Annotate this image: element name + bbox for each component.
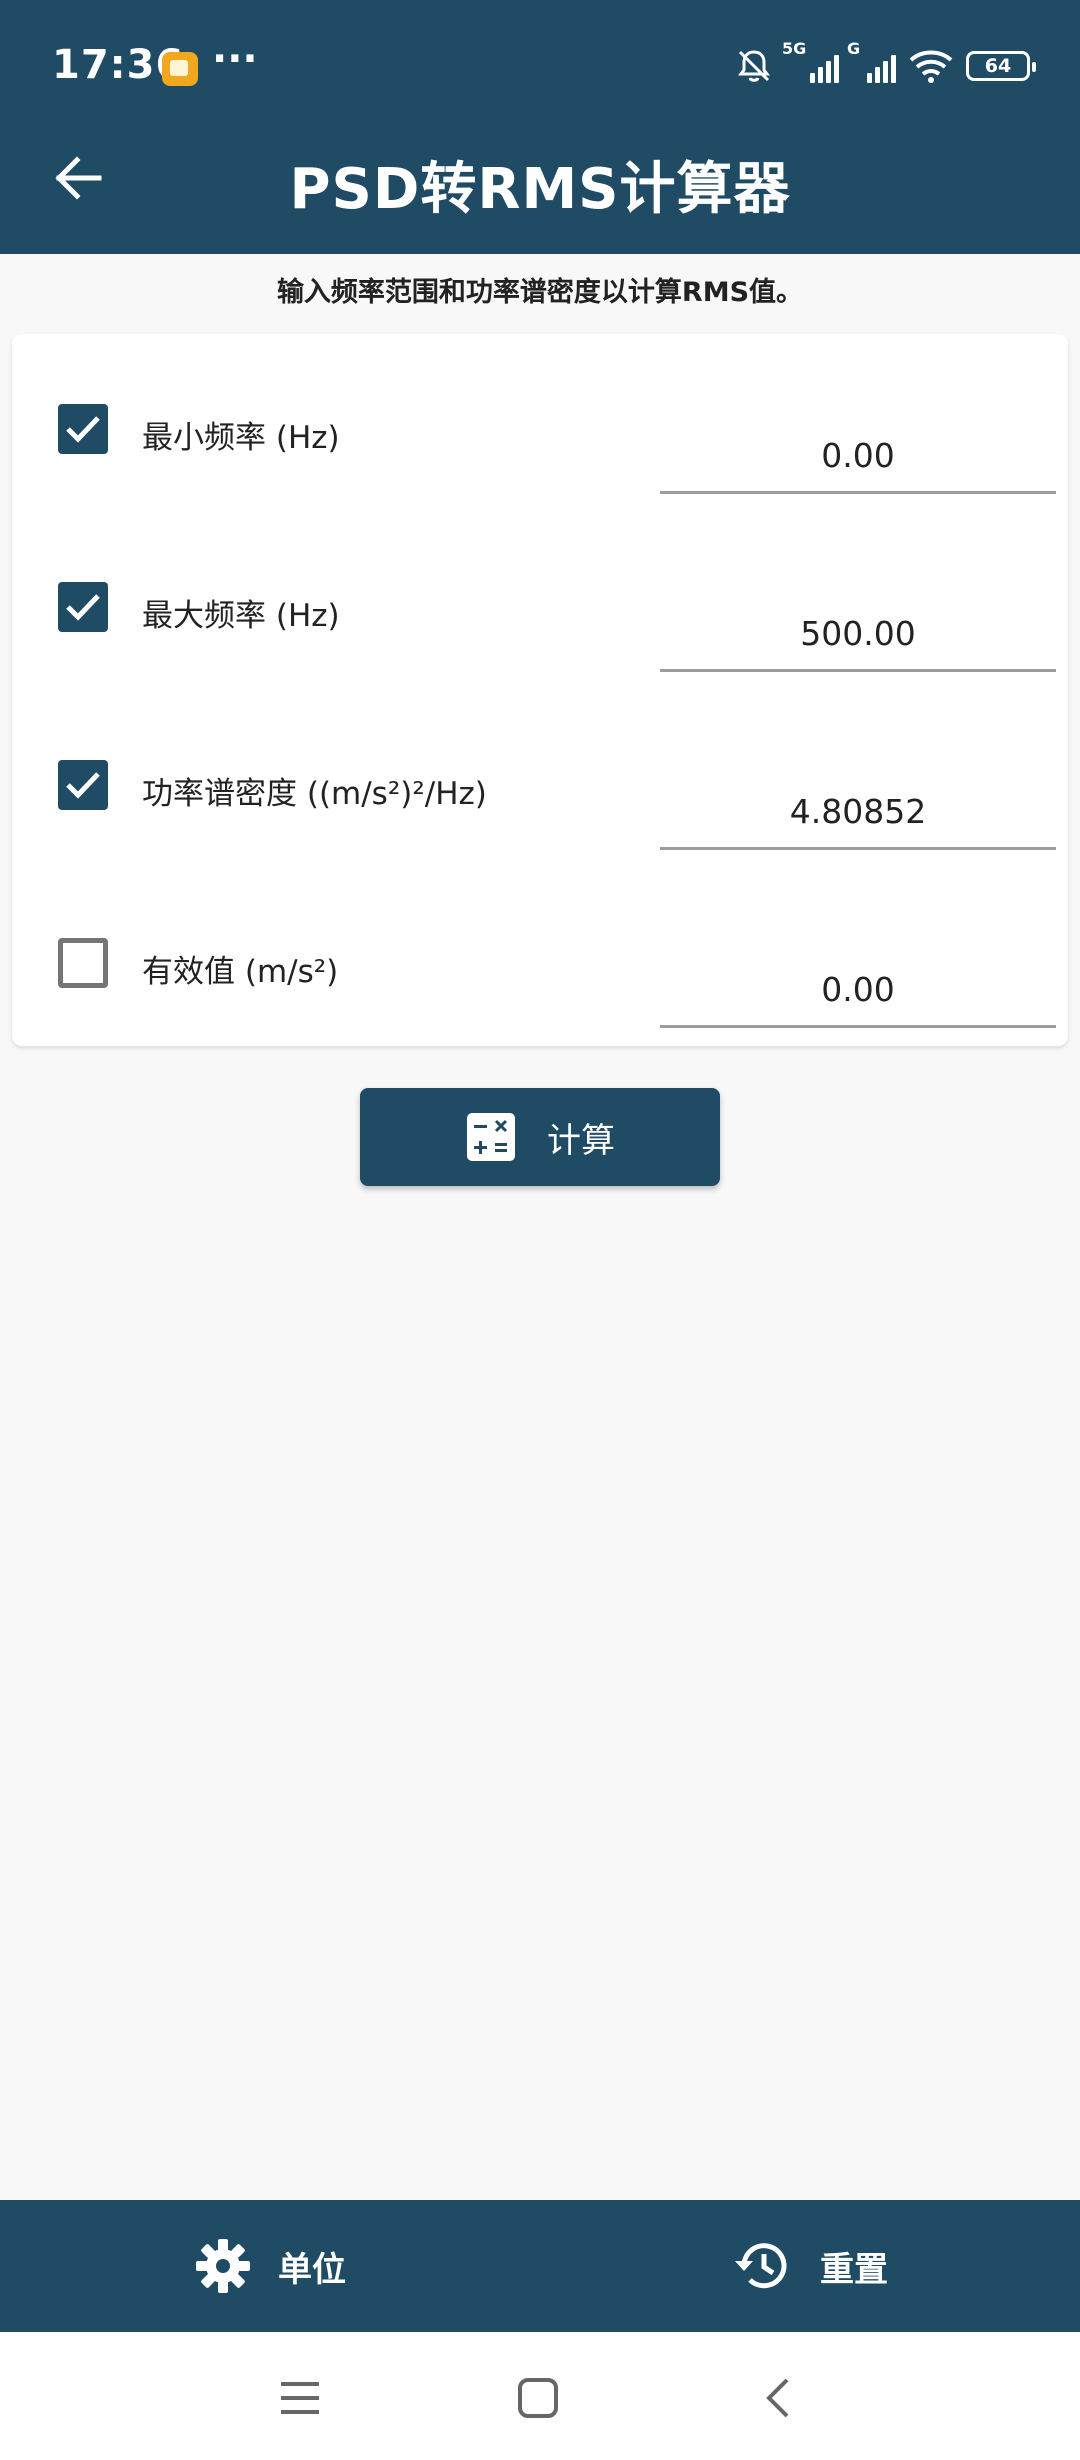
history-icon: [735, 2243, 787, 2289]
bottom-action-bar: 单位 重置: [0, 2200, 1080, 2332]
notification-app-icon: [162, 52, 198, 86]
psd-input[interactable]: [660, 776, 1056, 847]
input-card: 最小频率 (Hz) 最大频率 (Hz) 功率谱密度 ((m/s²)²/Hz) 有…: [12, 334, 1068, 1046]
app-bar: PSD转RMS计算器: [0, 120, 1080, 254]
home-icon[interactable]: [508, 2368, 568, 2428]
min-frequency-label: 最小频率 (Hz): [142, 420, 340, 456]
mute-bell-icon: [738, 50, 770, 82]
check-icon: [66, 772, 100, 799]
psd-field-container: [660, 776, 1056, 850]
rms-checkbox[interactable]: [58, 938, 108, 988]
max-frequency-input[interactable]: [660, 598, 1056, 669]
field-row-rms: 有效值 (m/s²): [12, 868, 1068, 1046]
field-row-psd: 功率谱密度 ((m/s²)²/Hz): [12, 690, 1068, 868]
status-icons: 5G G 64: [734, 39, 1036, 88]
status-bar: 17:36 ··· 5G G 64: [0, 0, 1080, 120]
signal-g-icon: G: [847, 39, 896, 83]
field-row-min-frequency: 最小频率 (Hz): [12, 334, 1068, 512]
check-icon: [66, 594, 100, 621]
min-frequency-checkbox[interactable]: [58, 404, 108, 454]
field-row-max-frequency: 最大频率 (Hz): [12, 512, 1068, 690]
top-app-region: 17:36 ··· 5G G 64 PSD转RMS计算器: [0, 0, 1080, 254]
more-notifications-icon: ···: [212, 36, 258, 82]
max-frequency-label: 最大频率 (Hz): [142, 598, 340, 634]
check-icon: [66, 416, 100, 443]
rms-label: 有效值 (m/s²): [142, 954, 339, 990]
psd-label: 功率谱密度 ((m/s²)²/Hz): [142, 776, 487, 812]
signal-5g-icon: 5G: [782, 39, 839, 83]
back-nav-icon[interactable]: [748, 2368, 808, 2428]
wifi-icon: [909, 50, 953, 83]
page-title: PSD转RMS计算器: [289, 156, 791, 222]
menu-icon[interactable]: [270, 2368, 330, 2428]
calculate-button-label: 计算: [547, 1121, 615, 1160]
reset-button[interactable]: 重置: [540, 2200, 1080, 2332]
battery-icon: 64: [966, 51, 1036, 81]
calculator-icon: [467, 1113, 515, 1161]
min-frequency-input[interactable]: [660, 420, 1056, 491]
max-frequency-checkbox[interactable]: [58, 582, 108, 632]
rms-input[interactable]: [660, 954, 1056, 1025]
calculate-button[interactable]: 计算: [360, 1088, 720, 1186]
units-button[interactable]: 单位: [0, 2200, 540, 2332]
instructions-text: 输入频率范围和功率谱密度以计算RMS值。: [276, 277, 804, 308]
min-frequency-field-container: [660, 420, 1056, 494]
arrow-left-icon[interactable]: [48, 148, 108, 208]
max-frequency-field-container: [660, 598, 1056, 672]
psd-checkbox[interactable]: [58, 760, 108, 810]
rms-field-container: [660, 954, 1056, 1028]
reset-label: 重置: [820, 2249, 888, 2290]
units-label: 单位: [278, 2249, 346, 2290]
system-navigation-bar: [0, 2332, 1080, 2460]
gear-icon: [196, 2239, 250, 2293]
